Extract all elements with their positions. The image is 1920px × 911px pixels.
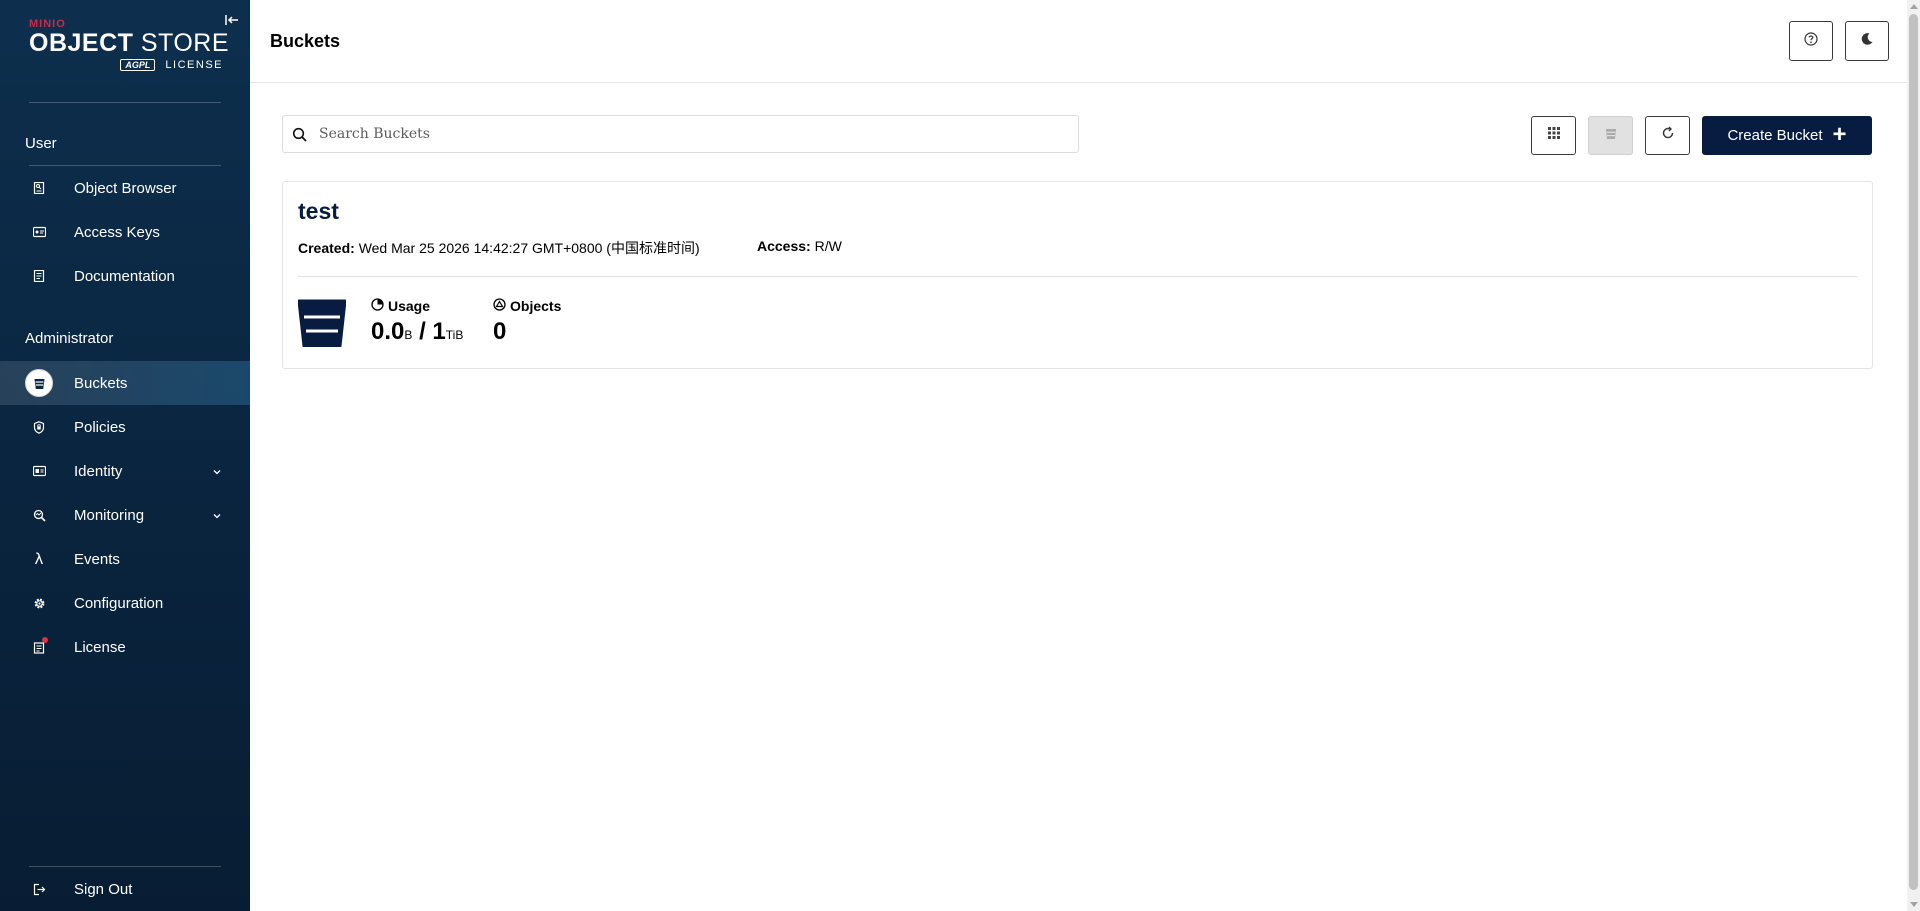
access-label: Access:: [757, 238, 811, 254]
page-title: Buckets: [270, 31, 341, 51]
sign-out-button[interactable]: Sign Out: [0, 867, 250, 911]
bucket-large-icon: [297, 299, 347, 348]
logo-brand-main: OBJECT STORE: [29, 29, 229, 57]
sidebar-item-policies[interactable]: Policies: [0, 405, 250, 449]
sidebar-item-label: Events: [74, 550, 120, 568]
sidebar-divider: [29, 102, 221, 103]
objects-icon: [493, 298, 506, 314]
help-button[interactable]: [1789, 21, 1833, 61]
plus-icon: +: [1832, 120, 1847, 148]
administrator-section-title: Administrator: [25, 330, 114, 347]
sidebar-item-access-keys[interactable]: Access Keys: [0, 210, 250, 254]
collapse-sidebar-icon[interactable]: [224, 12, 240, 28]
object-browser-icon: [29, 178, 49, 198]
card-divider: [298, 276, 1857, 277]
grid-icon: [1547, 126, 1561, 145]
bucket-stack-icon: [1604, 126, 1618, 145]
minio-logo: MINIO OBJECT STORE AGPL LICENSE: [29, 18, 229, 78]
bucket-icon: [25, 369, 53, 397]
search-buckets-field[interactable]: [282, 115, 1079, 153]
shield-icon: [29, 417, 49, 437]
usage-separator: /: [419, 318, 426, 345]
logo-license-row: AGPL LICENSE: [29, 59, 225, 71]
grid-view-button[interactable]: [1531, 116, 1576, 155]
usage-value: 0.0B / 1TiB: [371, 318, 463, 346]
license-notification-dot: [42, 637, 48, 643]
objects-value: 0: [493, 318, 507, 345]
created-label: Created:: [298, 240, 355, 256]
refresh-icon: [1661, 126, 1675, 145]
pie-chart-icon: [371, 298, 384, 314]
sidebar-item-label: Policies: [74, 418, 126, 436]
search-icon: [292, 127, 308, 143]
monitoring-icon: [29, 505, 49, 525]
created-value: Wed Mar 25 2026 14:42:27 GMT+0800 (中国标准时…: [358, 240, 700, 256]
chevron-down-icon[interactable]: [211, 509, 223, 521]
sidebar-item-label: Monitoring: [74, 506, 145, 524]
chevron-down-icon[interactable]: [211, 465, 223, 477]
sidebar-item-label: Documentation: [74, 267, 175, 285]
bucket-card[interactable]: test Created: Wed Mar 25 2026 14:42:27 G…: [282, 181, 1873, 369]
sidebar-item-label: Object Browser: [74, 179, 177, 197]
usage-header: Usage: [371, 298, 463, 314]
usage-used: 0.0: [371, 318, 405, 345]
objects-stat: Objects 0: [493, 298, 561, 346]
create-bucket-button[interactable]: Create Bucket +: [1702, 116, 1872, 155]
objects-header: Objects: [493, 298, 561, 314]
documentation-icon: [29, 266, 49, 286]
logo-object-text: OBJECT: [29, 29, 134, 57]
sidebar-item-license[interactable]: License: [0, 625, 250, 669]
refresh-button[interactable]: [1645, 116, 1690, 155]
sidebar-item-events[interactable]: λ Events: [0, 537, 250, 581]
usage-label: Usage: [388, 298, 431, 314]
moon-icon: [1860, 32, 1874, 51]
usage-quota: 1: [432, 318, 446, 345]
bucket-created-info: Created: Wed Mar 25 2026 14:42:27 GMT+08…: [298, 238, 700, 258]
scroll-down-icon[interactable]: [1910, 902, 1918, 907]
bucket-name-link[interactable]: test: [298, 198, 339, 225]
create-bucket-label: Create Bucket: [1727, 127, 1823, 144]
sidebar-item-label: Access Keys: [74, 223, 160, 241]
usage-stat: Usage 0.0B / 1TiB: [371, 298, 463, 346]
objects-label: Objects: [510, 298, 562, 314]
main-content: Buckets Search Buckets Create Bucket + t…: [250, 0, 1920, 911]
identity-icon: [29, 461, 49, 481]
sidebar-item-buckets[interactable]: Buckets: [0, 361, 250, 405]
logo-store-text: STORE: [140, 29, 230, 57]
sidebar-item-label: Configuration: [74, 594, 164, 612]
usage-quota-unit: TiB: [445, 328, 464, 342]
help-icon: [1804, 31, 1818, 51]
user-section-title: User: [25, 135, 57, 152]
agpl-badge: AGPL: [120, 59, 156, 71]
sign-out-label: Sign Out: [74, 880, 133, 898]
license-icon: [29, 637, 49, 657]
access-keys-icon: [29, 222, 49, 242]
sidebar-item-label: Buckets: [74, 374, 128, 392]
sidebar-item-object-browser[interactable]: Object Browser: [0, 166, 250, 210]
sidebar-item-identity[interactable]: Identity: [0, 449, 250, 493]
search-input[interactable]: [319, 116, 1069, 152]
bulk-delete-button[interactable]: [1588, 116, 1633, 155]
sidebar-item-documentation[interactable]: Documentation: [0, 254, 250, 298]
sidebar-item-label: License: [74, 638, 126, 656]
sidebar: MINIO OBJECT STORE AGPL LICENSE User Obj…: [0, 0, 250, 911]
lambda-icon: λ: [34, 550, 44, 568]
scroll-up-icon[interactable]: [1910, 4, 1918, 9]
sign-out-icon: [29, 879, 49, 899]
bucket-access-info: Access: R/W: [757, 238, 842, 254]
gear-icon: [29, 593, 49, 613]
scrollbar-thumb[interactable]: [1909, 14, 1918, 890]
top-header: Buckets: [250, 0, 1907, 83]
logo-license-text: LICENSE: [165, 59, 223, 71]
access-value: R/W: [814, 238, 842, 254]
usage-used-unit: B: [404, 328, 413, 342]
sidebar-item-configuration[interactable]: Configuration: [0, 581, 250, 625]
dark-mode-toggle[interactable]: [1845, 21, 1889, 61]
sidebar-item-label: Identity: [74, 462, 123, 480]
sidebar-item-monitoring[interactable]: Monitoring: [0, 493, 250, 537]
page-scrollbar[interactable]: [1907, 0, 1920, 911]
